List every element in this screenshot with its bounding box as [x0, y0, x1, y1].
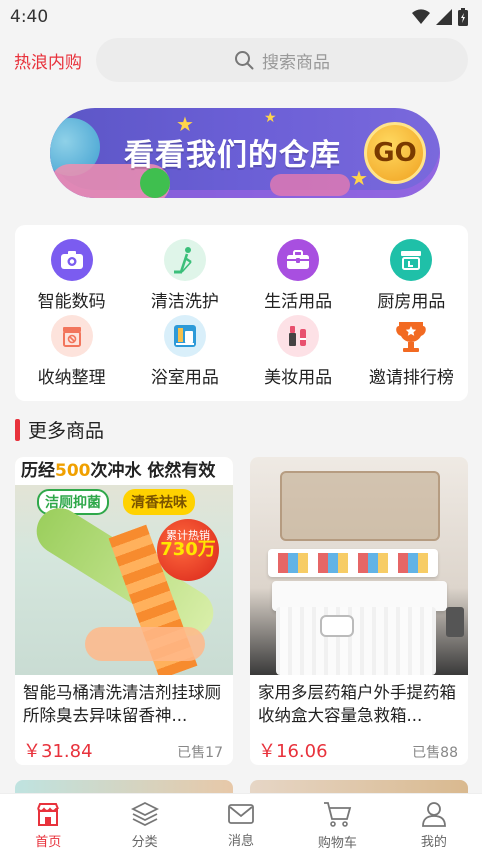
- tab-messages[interactable]: 消息: [193, 794, 289, 857]
- category-kitchen[interactable]: 厨房用品: [355, 239, 468, 315]
- tab-home[interactable]: 首页: [0, 794, 96, 857]
- status-bar: 4:40: [0, 0, 482, 34]
- category-digital[interactable]: 智能数码: [15, 239, 128, 315]
- category-daily[interactable]: 生活用品: [242, 239, 355, 315]
- search-placeholder: 搜索商品: [262, 52, 330, 73]
- shower-icon: [163, 315, 206, 357]
- product-name: 智能马桶清洗清洁剂挂球厕所除臭去异味留香神...: [23, 683, 221, 725]
- go-button[interactable]: GO: [364, 122, 426, 184]
- tab-profile[interactable]: 我的: [386, 794, 482, 857]
- search-input[interactable]: 搜索商品: [96, 38, 468, 82]
- storage-box-icon: [50, 315, 93, 357]
- tab-category[interactable]: 分类: [96, 794, 192, 857]
- user-icon: [421, 802, 446, 827]
- category-label: 厨房用品: [377, 292, 446, 312]
- tab-label: 消息: [228, 834, 255, 849]
- star-icon: ★: [350, 166, 368, 190]
- search-icon: [235, 51, 254, 70]
- status-time: 4:40: [10, 7, 49, 27]
- category-label: 浴室用品: [150, 368, 219, 388]
- product-sold: 已售88: [412, 745, 458, 761]
- section-title: 更多商品: [28, 420, 105, 442]
- category-label: 清洁洗护: [150, 292, 219, 312]
- sales-badge: 累计热销 730万: [157, 519, 219, 581]
- category-cleaning[interactable]: 清洁洗护: [128, 239, 241, 315]
- bottom-tab-bar: 首页 分类 消息 购物车 我的: [0, 793, 482, 857]
- product-art-shape: [320, 615, 354, 637]
- layers-icon: [130, 801, 159, 827]
- tab-label: 首页: [35, 835, 62, 850]
- product-image[interactable]: 历经500次冲水 依然有效 洁厕抑菌 清香祛味 累计热销 730万: [15, 457, 233, 675]
- star-icon: ★: [264, 110, 277, 126]
- tab-label: 我的: [420, 835, 447, 850]
- category-makeup[interactable]: 美妆用品: [242, 315, 355, 391]
- cloud-decoration: [270, 174, 350, 196]
- category-label: 智能数码: [37, 292, 106, 312]
- section-accent-bar: [15, 418, 20, 441]
- product-card[interactable]: 历经500次冲水 依然有效 洁厕抑菌 清香祛味 累计热销 730万 智能马桶清洗清…: [15, 457, 233, 765]
- product-card[interactable]: 家用多层药箱户外手提药箱收纳盒大容量急救箱... ￥16.06 已售88: [250, 457, 468, 765]
- battery-icon: [458, 8, 468, 26]
- mail-icon: [228, 804, 254, 824]
- product-price: ￥16.06: [258, 741, 328, 762]
- product-art-shape: [85, 627, 205, 661]
- home-icon: [37, 803, 60, 826]
- section-header: 更多商品: [15, 416, 104, 443]
- makeup-icon: [277, 315, 320, 357]
- product-card-peek[interactable]: [250, 780, 468, 794]
- product-sold: 已售17: [177, 745, 223, 761]
- warehouse-banner[interactable]: ★ ★ ★ 看看我们的仓库 GO: [50, 108, 440, 198]
- cart-icon: [324, 802, 352, 827]
- product-art-shape: [446, 607, 464, 637]
- category-label: 美妆用品: [264, 368, 333, 388]
- category-label: 生活用品: [264, 292, 333, 312]
- brand-title: 热浪内购: [14, 52, 82, 73]
- top-bar: 热浪内购 搜索商品: [0, 34, 482, 86]
- sink-icon: [390, 239, 433, 281]
- tab-label: 分类: [131, 835, 158, 850]
- product-art-headline: 历经500次冲水 依然有效: [15, 457, 233, 485]
- category-label: 邀请排行榜: [368, 368, 454, 388]
- wifi-icon: [412, 9, 430, 24]
- category-ranking[interactable]: 邀请排行榜: [355, 315, 468, 391]
- briefcase-icon: [277, 239, 320, 281]
- signal-icon: [436, 9, 452, 25]
- status-icons: [412, 8, 468, 26]
- category-storage[interactable]: 收纳整理: [15, 315, 128, 391]
- category-bathroom[interactable]: 浴室用品: [128, 315, 241, 391]
- product-art-shape: [276, 607, 436, 675]
- product-card-peek[interactable]: [15, 780, 233, 794]
- product-art-shape: [278, 553, 438, 573]
- category-label: 收纳整理: [37, 368, 106, 388]
- tab-cart[interactable]: 购物车: [289, 794, 385, 857]
- product-art-tag: 清香祛味: [123, 489, 195, 515]
- tab-label: 购物车: [317, 836, 357, 851]
- product-name: 家用多层药箱户外手提药箱收纳盒大容量急救箱...: [258, 683, 456, 725]
- banner-title: 看看我们的仓库: [124, 138, 341, 173]
- product-art-shape: [280, 471, 440, 541]
- camera-icon: [50, 239, 93, 281]
- trophy-icon: [390, 315, 432, 357]
- product-price: ￥31.84: [23, 741, 93, 762]
- mop-icon: [163, 239, 206, 281]
- product-image[interactable]: [250, 457, 468, 675]
- category-card: 智能数码 清洁洗护 生活用品 厨房用品 收纳整理 浴室用品 美妆用品 邀请排行榜: [15, 225, 468, 401]
